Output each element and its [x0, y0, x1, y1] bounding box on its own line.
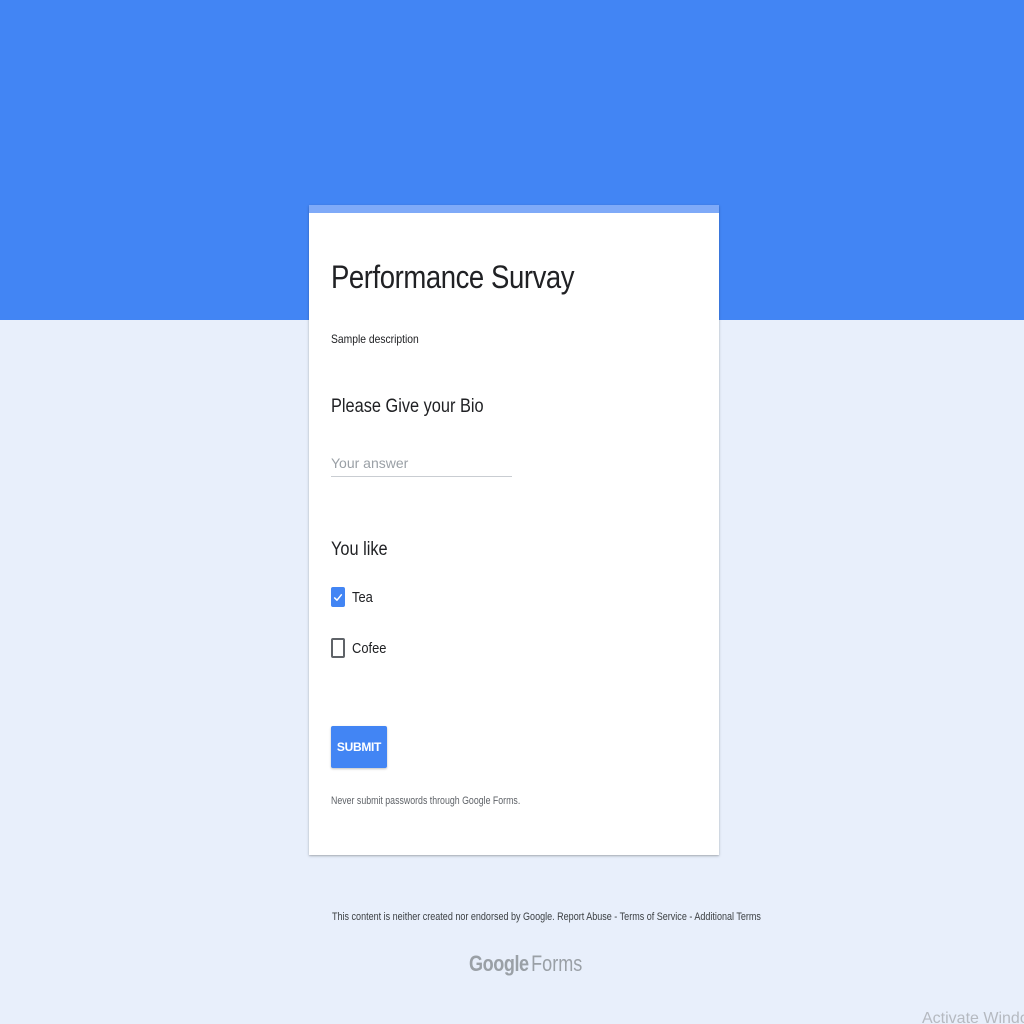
- google-forms-page: Performance Survay Sample description Pl…: [0, 0, 1024, 1024]
- brand-google: Google: [469, 951, 529, 976]
- checkbox-cofee[interactable]: [331, 638, 345, 658]
- footer-disclaimer: This content is neither created nor endo…: [332, 911, 761, 923]
- footer-separator: -: [689, 911, 693, 923]
- card-top-accent: [309, 205, 719, 213]
- activate-windows-watermark: Activate Windows: [922, 1010, 1024, 1024]
- question-title-you-like: You like: [331, 539, 388, 560]
- checkbox-option-tea[interactable]: Tea: [331, 586, 376, 608]
- form-card: Performance Survay Sample description Pl…: [309, 205, 719, 855]
- checkbox-label-cofee: Cofee: [352, 639, 387, 657]
- report-abuse-link[interactable]: Report Abuse: [557, 911, 612, 923]
- question-title-bio: Please Give your Bio: [331, 396, 484, 417]
- bio-answer-input[interactable]: [331, 449, 512, 477]
- google-forms-logo[interactable]: Google Forms: [469, 951, 582, 977]
- form-title: Performance Survay: [331, 259, 575, 295]
- disclaimer-text: This content is neither created nor endo…: [332, 911, 555, 923]
- check-icon: [333, 593, 343, 601]
- brand-forms: Forms: [531, 951, 583, 976]
- form-description: Sample description: [331, 332, 419, 346]
- checkbox-tea[interactable]: [331, 587, 345, 607]
- submit-button[interactable]: SUBMIT: [331, 726, 387, 768]
- terms-of-service-link[interactable]: Terms of Service: [620, 911, 687, 923]
- checkbox-option-cofee[interactable]: Cofee: [331, 637, 392, 659]
- checkbox-label-tea: Tea: [352, 588, 373, 606]
- additional-terms-link[interactable]: Additional Terms: [694, 911, 761, 923]
- footer-separator: -: [614, 911, 618, 923]
- password-warning: Never submit passwords through Google Fo…: [331, 795, 521, 807]
